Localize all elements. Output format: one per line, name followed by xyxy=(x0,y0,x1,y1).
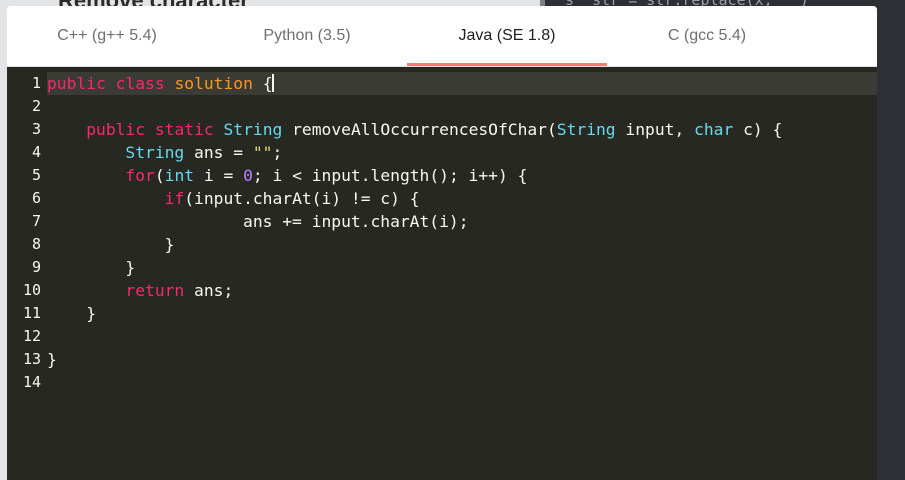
line-number: 12 xyxy=(22,327,41,345)
line-number: 8 xyxy=(31,235,41,253)
code-editor[interactable]: 1 2 3 4 5 6 7 8 9 10 11 12 13 14 public class solutio… xyxy=(7,67,877,480)
tab-python[interactable]: Python (3.5) xyxy=(207,6,407,66)
code-token: return xyxy=(125,281,185,300)
code-line[interactable]: } xyxy=(47,348,877,371)
code-token: if xyxy=(164,189,185,208)
line-number: 3 xyxy=(31,120,41,138)
code-token: static xyxy=(154,120,214,139)
code-token: solution xyxy=(174,74,253,93)
code-token: for xyxy=(125,166,155,185)
line-number: 7 xyxy=(31,212,41,230)
line-number: 1 xyxy=(31,74,41,92)
line-number: 2 xyxy=(31,97,41,115)
line-number: 6 xyxy=(31,189,41,207)
code-line[interactable]: for(int i = 0; i < input.length(); i++) … xyxy=(47,164,877,187)
code-token: } xyxy=(47,258,136,277)
code-token: public xyxy=(47,74,106,93)
line-number: 13 xyxy=(22,350,41,368)
code-token: public xyxy=(86,120,146,139)
code-token: class xyxy=(115,74,165,93)
code-token: } xyxy=(47,235,175,254)
code-lines[interactable]: public class solution { public static St… xyxy=(47,72,877,394)
code-line[interactable]: } xyxy=(47,256,877,279)
code-token: ans; xyxy=(184,281,234,300)
code-line[interactable]: if(input.charAt(i) != c) { xyxy=(47,187,877,210)
line-number: 4 xyxy=(31,143,41,161)
code-token: String xyxy=(125,143,185,162)
code-token: (input.charAt(i) != c) { xyxy=(184,189,420,208)
code-line[interactable]: ans += input.charAt(i); xyxy=(47,210,877,233)
code-line[interactable]: public class solution { xyxy=(47,72,877,95)
code-token: } xyxy=(47,304,97,323)
code-token: ; xyxy=(272,143,283,162)
code-token: removeAllOccurrencesOfChar( xyxy=(282,120,557,139)
code-token: int xyxy=(164,166,195,185)
code-line[interactable] xyxy=(47,325,877,348)
code-token: char xyxy=(694,120,734,139)
code-line[interactable]: String ans = ""; xyxy=(47,141,877,164)
code-line[interactable]: } xyxy=(47,233,877,256)
code-editor-panel: C++ (g++ 5.4) Python (3.5) Java (SE 1.8)… xyxy=(7,6,877,480)
code-line[interactable] xyxy=(47,371,877,394)
line-number: 5 xyxy=(31,166,41,184)
code-token: { xyxy=(252,74,273,93)
tab-cpp[interactable]: C++ (g++ 5.4) xyxy=(7,6,207,66)
code-token: input, xyxy=(615,120,695,139)
tab-label: C++ (g++ 5.4) xyxy=(57,27,157,44)
line-number: 9 xyxy=(31,258,41,276)
code-token: ; i < input.length(); i++) { xyxy=(252,166,528,185)
active-tab-indicator xyxy=(407,63,607,66)
code-token: String xyxy=(556,120,616,139)
text-cursor xyxy=(271,74,274,92)
language-tabs: C++ (g++ 5.4) Python (3.5) Java (SE 1.8)… xyxy=(7,6,877,67)
code-line[interactable] xyxy=(47,95,877,118)
code-line[interactable]: } xyxy=(47,302,877,325)
code-token: i = xyxy=(194,166,244,185)
tab-label: Python (3.5) xyxy=(263,27,351,44)
code-token: ans += input.charAt(i); xyxy=(47,212,469,231)
code-token: "" xyxy=(252,143,273,162)
code-line[interactable]: return ans; xyxy=(47,279,877,302)
code-token: ( xyxy=(154,166,165,185)
code-token: String xyxy=(223,120,283,139)
code-token: c) { xyxy=(733,120,783,139)
code-line[interactable]: public static String removeAllOccurrence… xyxy=(47,118,877,141)
line-number: 10 xyxy=(22,281,41,299)
code-token: } xyxy=(47,350,57,369)
code-token: 0 xyxy=(243,166,253,185)
tab-java[interactable]: Java (SE 1.8) xyxy=(407,6,607,66)
line-number-gutter: 1 2 3 4 5 6 7 8 9 10 11 12 13 14 xyxy=(7,72,45,394)
line-number: 14 xyxy=(22,373,41,391)
line-number: 11 xyxy=(22,304,41,322)
tab-label: Java (SE 1.8) xyxy=(458,27,556,44)
tab-c[interactable]: C (gcc 5.4) xyxy=(607,6,807,66)
code-token: ans = xyxy=(184,143,253,162)
tab-label: C (gcc 5.4) xyxy=(667,27,747,44)
